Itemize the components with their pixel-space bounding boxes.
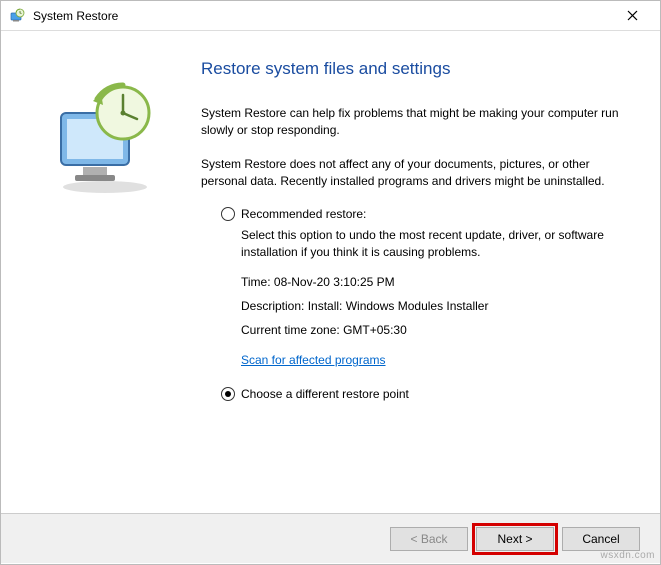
radio-different-label: Choose a different restore point (241, 387, 409, 401)
radio-icon (221, 387, 235, 401)
system-restore-icon (9, 8, 25, 24)
restore-time: Time: 08-Nov-20 3:10:25 PM (241, 273, 628, 291)
system-restore-illustration-icon (45, 79, 165, 199)
main-pane: Restore system files and settings System… (185, 59, 636, 503)
recommended-description: Select this option to undo the most rece… (241, 227, 628, 262)
back-button: < Back (390, 527, 468, 551)
titlebar: System Restore (1, 1, 660, 31)
watermark: wsxdn.com (600, 550, 655, 561)
illustration-pane (25, 59, 185, 503)
next-button[interactable]: Next > (476, 527, 554, 551)
close-button[interactable] (612, 1, 652, 31)
radio-different-restore-point[interactable]: Choose a different restore point (221, 387, 628, 401)
page-heading: Restore system files and settings (201, 59, 628, 79)
close-icon (627, 10, 638, 21)
intro-paragraph-1: System Restore can help fix problems tha… (201, 105, 628, 140)
dialog-content: Restore system files and settings System… (1, 31, 660, 513)
intro-paragraph-2: System Restore does not affect any of yo… (201, 156, 628, 191)
button-bar: < Back Next > Cancel (1, 513, 660, 563)
radio-icon (221, 207, 235, 221)
options-group: Recommended restore: Select this option … (221, 207, 628, 402)
scan-affected-programs-link[interactable]: Scan for affected programs (241, 353, 386, 367)
restore-description: Description: Install: Windows Modules In… (241, 297, 628, 315)
radio-recommended-label: Recommended restore: (241, 207, 366, 221)
restore-timezone: Current time zone: GMT+05:30 (241, 321, 628, 339)
window-title: System Restore (33, 9, 612, 23)
cancel-button[interactable]: Cancel (562, 527, 640, 551)
radio-recommended-restore[interactable]: Recommended restore: (221, 207, 628, 221)
